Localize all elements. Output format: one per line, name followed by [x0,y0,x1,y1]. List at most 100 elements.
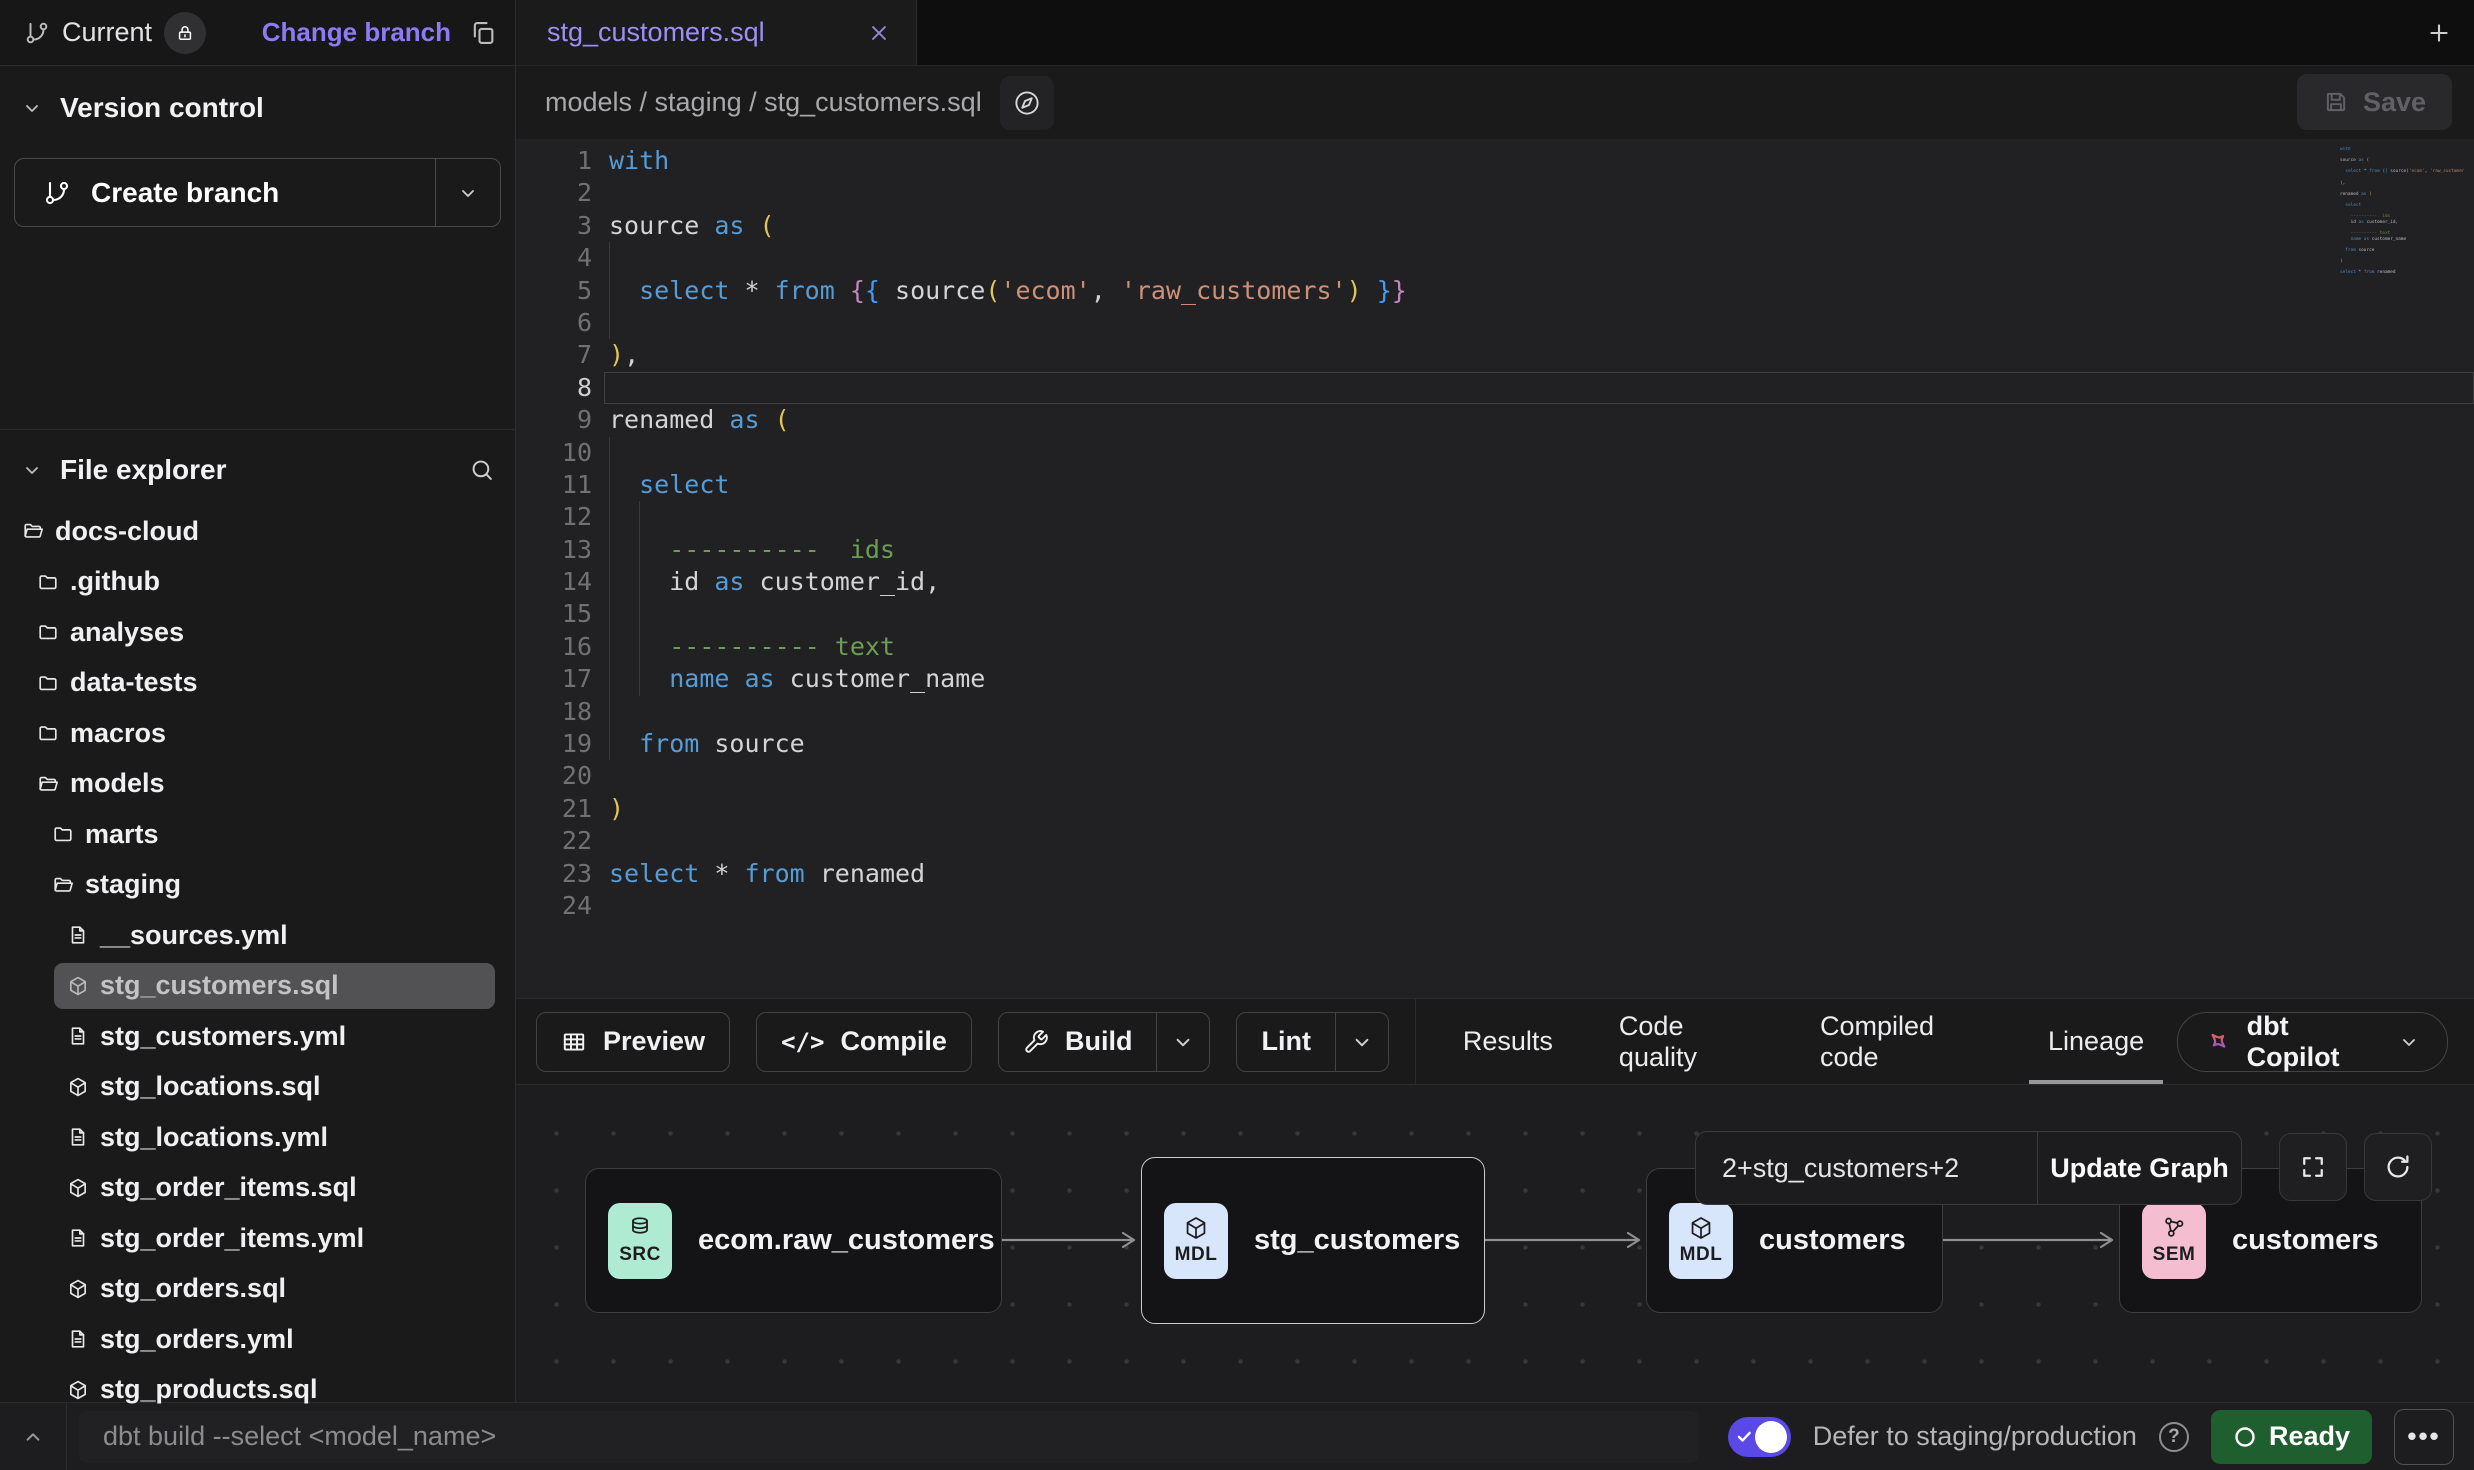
line-number: 11 [516,469,592,501]
code-editor[interactable]: 123456789101112131415161718192021222324 … [516,139,2474,998]
branch-lock-badge [164,12,206,54]
version-control-header[interactable]: Version control [0,76,515,140]
line-number-gutter: 123456789101112131415161718192021222324 [516,145,592,922]
search-icon[interactable] [469,457,495,483]
node-label: customers [1759,1224,1906,1257]
indent-guide [609,696,610,728]
file-name: stg_locations.yml [100,1122,328,1153]
update-graph-button[interactable]: Update Graph [2037,1132,2241,1204]
lock-icon [175,23,195,43]
file-tree-item-stg-locations-sql[interactable]: stg_locations.sql [0,1062,515,1113]
lineage-canvas[interactable]: SRCecom.raw_customersMDLstg_customersMDL… [516,1085,2474,1402]
file-explorer-header[interactable]: File explorer [0,438,515,502]
file-tree-item-staging[interactable]: staging [0,860,515,911]
indent-guide [609,598,610,630]
main-area: stg_customers.sql models / staging / stg… [516,0,2474,1402]
dbt-copilot-button[interactable]: dbt Copilot [2177,1012,2448,1072]
file-tree-item-stg-customers-yml[interactable]: stg_customers.yml [0,1011,515,1062]
editor-tab[interactable]: stg_customers.sql [516,0,917,65]
file-tree-item-macros[interactable]: macros [0,708,515,759]
code-area[interactable]: withsource as ( select * from {{ source(… [609,145,2474,922]
compile-button[interactable]: </> Compile [756,1012,972,1072]
panel-tab-code-quality[interactable]: Code quality [1586,999,1787,1084]
build-dropdown[interactable] [1156,1013,1209,1071]
save-icon [2323,89,2349,115]
code-line: renamed as ( [609,404,2474,436]
git-branch-icon [43,179,71,207]
lint-label: Lint [1261,1026,1310,1057]
lineage-node-src-ecom-raw-customers[interactable]: SRCecom.raw_customers [585,1168,1002,1313]
file-tree-item-stg-customers-sql[interactable]: stg_customers.sql [0,961,515,1012]
panel-tab-lineage[interactable]: Lineage [2015,999,2177,1084]
code-line: id as customer_id, [609,566,2474,598]
change-branch-link[interactable]: Change branch [262,17,451,48]
code-line: select * from renamed [609,858,2474,890]
file-name: models [70,768,165,799]
save-button[interactable]: Save [2297,74,2452,130]
file-explorer-title: File explorer [60,454,227,486]
file-tree-item-stg-order-items-yml[interactable]: stg_order_items.yml [0,1213,515,1264]
command-input[interactable]: dbt build --select <model_name> [79,1411,1699,1463]
cube-icon [67,1076,89,1098]
file-tree-item-analyses[interactable]: analyses [0,607,515,658]
help-icon[interactable]: ? [2159,1422,2189,1452]
code-line [609,437,2474,469]
more-options-button[interactable]: ••• [2394,1409,2454,1465]
file-tree-item-marts[interactable]: marts [0,809,515,860]
editor-tab-bar: stg_customers.sql [516,0,2474,66]
breadcrumb-bar: models / staging / stg_customers.sql Sav… [516,66,2474,139]
lint-dropdown[interactable] [1335,1013,1388,1071]
indent-guide [639,501,640,533]
lineage-selector-input[interactable]: 2+stg_customers+2 [1696,1132,2037,1204]
ready-status-button[interactable]: Ready [2211,1410,2372,1464]
copy-branch-icon[interactable] [469,19,497,47]
create-branch-dropdown[interactable] [435,159,500,226]
chevron-down-icon [20,458,44,482]
lineage-node-mdl-stg-customers[interactable]: MDLstg_customers [1141,1157,1485,1324]
file-name: stg_orders.sql [100,1273,286,1304]
code-line [609,760,2474,792]
file-tree-item-stg-orders-yml[interactable]: stg_orders.yml [0,1314,515,1365]
fullscreen-button[interactable] [2279,1133,2347,1201]
defer-toggle[interactable] [1728,1417,1791,1457]
table-icon [561,1029,587,1055]
expand-command-bar-button[interactable] [0,1403,67,1470]
code-line [609,890,2474,922]
minimap[interactable]: withsource as ( select * from {{ source(… [2340,147,2464,281]
save-label: Save [2363,87,2426,118]
file-name: marts [85,819,159,850]
indent-guide [639,663,640,695]
lint-button[interactable]: Lint [1236,1012,1388,1072]
file-tree-item--github[interactable]: .github [0,557,515,608]
code-line [604,372,2474,404]
panel-tab-compiled-code[interactable]: Compiled code [1787,999,2015,1084]
compile-label: Compile [840,1026,947,1057]
folder-open-icon [22,520,44,542]
line-number: 12 [516,501,592,533]
folder-open-icon [37,773,59,795]
code-line [609,307,2474,339]
copilot-compass-button[interactable] [1000,76,1054,130]
file-tree-item-stg-orders-sql[interactable]: stg_orders.sql [0,1264,515,1315]
close-icon[interactable] [866,20,892,46]
file-tree: docs-cloud.githubanalyses data-tests macro… [0,506,515,1415]
line-number: 7 [516,339,592,371]
refresh-button[interactable] [2364,1133,2432,1201]
file-tree-item-data-tests[interactable]: data-tests [0,658,515,709]
file-tree-item-stg-locations-yml[interactable]: stg_locations.yml [0,1112,515,1163]
tab-title: stg_customers.sql [547,17,765,48]
create-branch-button[interactable]: Create branch [14,158,501,227]
line-number: 22 [516,825,592,857]
minimap-line [2340,276,2464,282]
indent-guide [639,598,640,630]
file-tree-item--sources-yml[interactable]: __sources.yml [0,910,515,961]
new-tab-button[interactable] [2404,0,2474,65]
file-name: data-tests [70,667,198,698]
panel-tab-results[interactable]: Results [1430,999,1586,1084]
build-button[interactable]: Build [998,1012,1211,1072]
file-tree-item-docs-cloud[interactable]: docs-cloud [0,506,515,557]
code-icon: </> [781,1028,824,1056]
file-tree-item-models[interactable]: models [0,759,515,810]
preview-button[interactable]: Preview [536,1012,730,1072]
file-tree-item-stg-order-items-sql[interactable]: stg_order_items.sql [0,1163,515,1214]
